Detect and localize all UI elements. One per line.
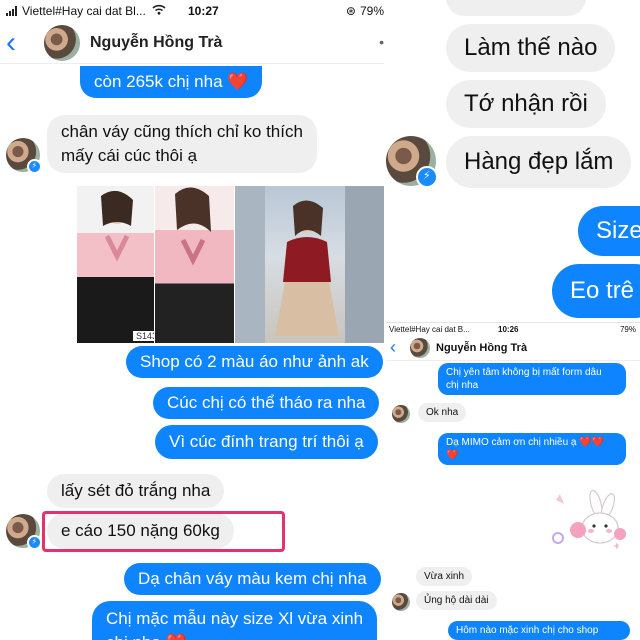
bunny-sticker-icon [552, 489, 626, 550]
message-text: ❤️ [446, 450, 459, 461]
message-text: Làm thế nào [464, 34, 598, 61]
message-text: mấy cái cúc thôi ạ [61, 146, 198, 165]
avatar[interactable] [410, 337, 430, 358]
message-text: chân váy cũng thích chỉ ko thích [61, 122, 303, 141]
message-incoming[interactable]: Làm thế nào [446, 24, 616, 72]
wifi-icon [152, 4, 166, 18]
avatar[interactable]: ⚡ [6, 138, 42, 174]
message-incoming[interactable]: Ok nha [418, 403, 467, 422]
message-outgoing[interactable]: Shop có 2 màu áo như ảnh ak [126, 346, 383, 378]
message-text: Hàng đẹp lắm [464, 148, 614, 175]
product-code: S1431 [133, 331, 154, 341]
status-bar: Viettel#Hay cai dat Bl... 10:27 ⊛ 79% [0, 0, 384, 22]
message-text: Ok nha [426, 407, 459, 418]
message-text: Ủng hộ dài dài [424, 595, 489, 606]
signal-icon [6, 6, 17, 16]
status-bar: Viettel#Hay cai dat B... 10:26 79% [386, 323, 640, 335]
message-text: Vì cúc đính trang trí thôi ạ [169, 432, 364, 451]
carrier-label: Viettel#Hay cai dat B... [389, 324, 470, 334]
message-incoming[interactable]: lấy sét đỏ trắng nha [47, 474, 225, 508]
message-outgoing[interactable]: còn 265k chị nha ❤️ [80, 66, 263, 98]
message-incoming[interactable]: Tớ nhận rồi [446, 80, 606, 128]
avatar[interactable] [392, 593, 410, 611]
battery-percent: 79% [619, 324, 636, 334]
message-text: Tớ nhận rồi [464, 90, 588, 117]
messenger-icon: ⚡ [26, 534, 42, 550]
message-text: Hôm nào mặc xinh chị cho shop [456, 625, 599, 636]
highlight-box [42, 511, 285, 552]
message-outgoing[interactable]: Dạ chân váy màu kem chị nha [124, 563, 381, 595]
message-text: Dạ chân váy màu kem chị nha [138, 569, 367, 588]
message-text: chị nha ❤️ [106, 631, 187, 640]
contact-name[interactable]: Nguyễn Hồng Trà [436, 342, 527, 354]
message-text: còn 265k chị nha ❤️ [94, 72, 249, 91]
right-bottom-chat-screenshot: Viettel#Hay cai dat B... 10:26 79% ‹ Ngu… [386, 322, 640, 640]
clock: 10:26 [498, 324, 519, 334]
clock: 10:27 [188, 4, 219, 18]
message-text: Size [596, 217, 640, 244]
message-text: lấy sét đỏ trắng nha [61, 481, 211, 500]
message-text: Dạ MIMO cảm ơn chị nhiều ạ ❤️❤️ [446, 437, 605, 448]
rotation-lock-icon: ⊛ [345, 4, 356, 18]
product-photo[interactable] [235, 186, 384, 343]
message-incoming[interactable]: Hàng đẹp lắm [446, 136, 632, 188]
avatar[interactable]: ⚡ [6, 514, 42, 550]
messenger-icon: ⚡ [26, 158, 42, 174]
more-icon[interactable]: • [379, 34, 384, 50]
avatar[interactable] [44, 24, 80, 61]
carrier-label: Viettel#Hay cai dat Bl... [22, 4, 146, 18]
message-outgoing[interactable]: Hôm nào mặc xinh chị cho shop [448, 621, 630, 640]
message-text: Shop có 2 màu áo như ảnh ak [140, 352, 369, 371]
product-photo[interactable]: S1431 [77, 186, 154, 343]
right-top-chat-zoom: Làm thế nào Tớ nhận rồi Hàng đẹp lắm ⚡ S… [386, 0, 640, 322]
message-text: Eo trê [570, 277, 635, 304]
message-outgoing[interactable]: Eo trê [552, 264, 640, 318]
chat-header: ‹ Nguyễn Hồng Trà • [0, 22, 384, 64]
message-outgoing[interactable]: Size [578, 206, 640, 256]
message-outgoing[interactable]: Cúc chị có thể tháo ra nha [153, 387, 380, 419]
back-chevron-icon[interactable]: ‹ [6, 27, 28, 58]
messenger-icon: ⚡ [415, 165, 438, 188]
product-photo[interactable] [155, 186, 234, 343]
avatar[interactable] [392, 405, 410, 423]
message-outgoing[interactable]: Vì cúc đính trang trí thôi ạ [155, 425, 378, 459]
left-chat-screenshot: Viettel#Hay cai dat Bl... 10:27 ⊛ 79% ‹ … [0, 0, 384, 640]
contact-name[interactable]: Nguyễn Hồng Trà [90, 34, 222, 52]
message-incoming[interactable]: chân váy cũng thích chỉ ko thích mấy cái… [47, 115, 317, 173]
message-incoming[interactable]: Ủng hộ dài dài [416, 591, 497, 610]
message-incoming[interactable]: Vừa xinh [416, 567, 473, 586]
avatar[interactable]: ⚡ [386, 136, 438, 188]
message-text: Cúc chị có thể tháo ra nha [167, 393, 366, 412]
battery-percent: 79% [359, 4, 384, 18]
message-incoming[interactable] [446, 0, 586, 16]
message-outgoing[interactable]: Chị mặc mẫu này size Xl vừa xinh chị nha… [92, 601, 378, 640]
chat-header: ‹ Nguyễn Hồng Trà [386, 335, 640, 361]
back-chevron-icon[interactable]: ‹ [390, 337, 396, 358]
message-text: chị nha [446, 380, 479, 391]
message-text: Chị mặc mẫu này size Xl vừa xinh [106, 609, 364, 628]
message-text: Chị yên tâm không bị mất form dâu [446, 367, 602, 378]
message-text: Vừa xinh [424, 571, 465, 582]
message-outgoing[interactable]: Dạ MIMO cảm ơn chị nhiều ạ ❤️❤️ ❤️ [438, 433, 626, 465]
message-outgoing[interactable]: Chị yên tâm không bị mất form dâu chị nh… [438, 363, 626, 395]
